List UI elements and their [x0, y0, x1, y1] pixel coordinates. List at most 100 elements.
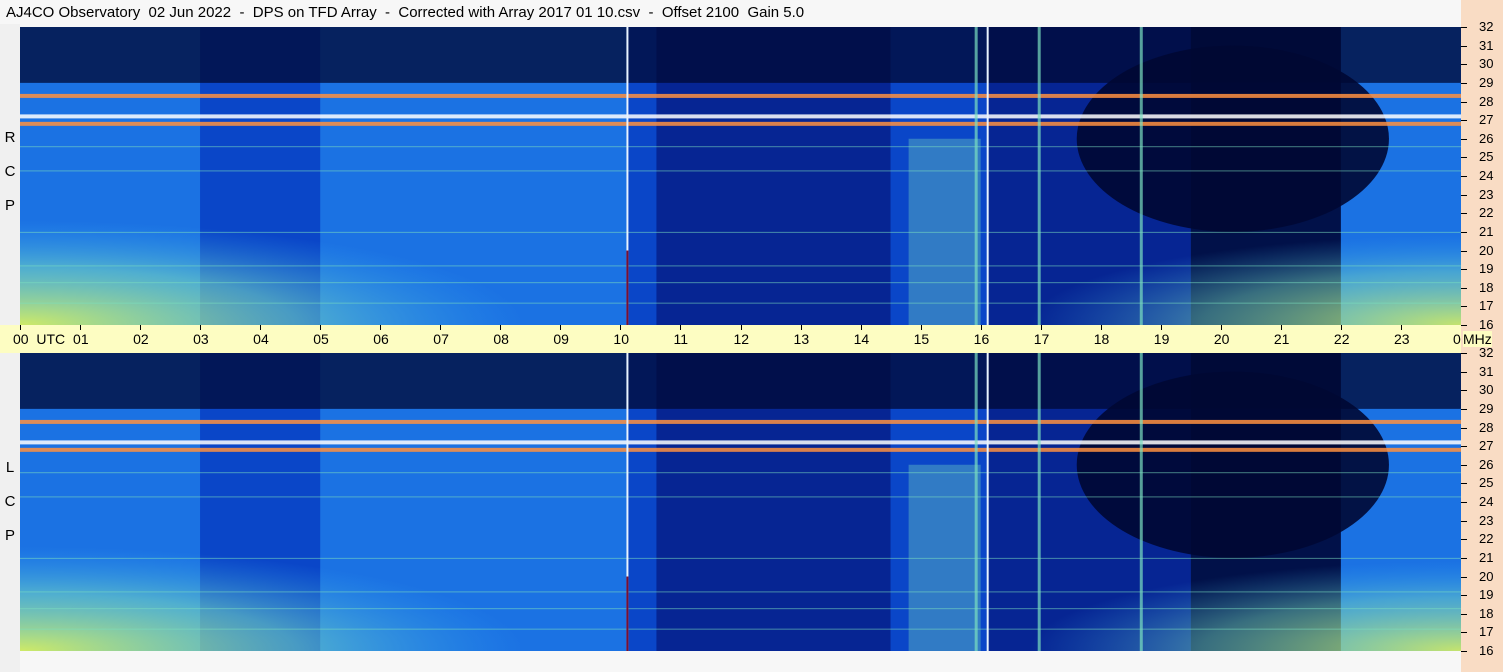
- pol-label-lcp-3: P: [4, 527, 15, 544]
- freq-tick-mark: [1461, 231, 1467, 233]
- freq-tick-mark: [1461, 269, 1467, 271]
- time-tick-mark: [1160, 325, 1162, 330]
- freq-tick-mark: [1461, 464, 1467, 466]
- freq-tick-label: 18: [1479, 279, 1494, 295]
- freq-tick-mark: [1461, 576, 1467, 578]
- vertical-streak-0: [974, 27, 978, 325]
- freq-tick-label: 30: [1479, 56, 1494, 72]
- spectrogram-panel-lcp: [20, 353, 1461, 651]
- freq-tick-mark: [1461, 45, 1467, 47]
- freq-tick-label: 26: [1479, 456, 1494, 472]
- time-tick-label: 06: [373, 331, 389, 347]
- faint-line-5: [20, 628, 1461, 630]
- time-tick-label: 08: [493, 331, 509, 347]
- time-tick-mark: [200, 325, 202, 330]
- time-tick-mark: [560, 325, 562, 330]
- time-tick-label: 14: [853, 331, 870, 347]
- freq-tick-label: 16: [1479, 317, 1494, 332]
- freq-tick-mark: [1461, 632, 1467, 634]
- vertical-line-dark-segment: [626, 250, 629, 325]
- time-tick-label: 17: [1033, 331, 1050, 347]
- warm-region-right: [20, 27, 1461, 325]
- time-axis: 00 UTC 01 02 03 04 05 06 07 08 09 10 11 12 13 14 15 16 17…: [0, 325, 1469, 353]
- freq-tick-label: 22: [1479, 205, 1494, 221]
- freq-tick-label: 31: [1479, 37, 1494, 53]
- freq-tick-mark: [1461, 120, 1467, 122]
- freq-tick-mark: [1461, 446, 1467, 448]
- time-tick-label: 01: [73, 331, 89, 347]
- freq-tick-label: 27: [1479, 112, 1494, 128]
- freq-tick-label: 18: [1479, 605, 1494, 621]
- freq-tick-mark: [1461, 194, 1467, 196]
- freq-tick-mark: [1461, 371, 1467, 373]
- warm-region-right: [20, 353, 1461, 651]
- faint-line-4: [20, 282, 1461, 284]
- freq-tick-label: 28: [1479, 419, 1494, 435]
- interference-band-0: [20, 93, 1461, 98]
- freq-tick-mark: [1461, 539, 1467, 541]
- freq-tick-mark: [1461, 613, 1467, 615]
- time-tick-mark: [320, 325, 322, 330]
- faint-line-1: [20, 496, 1461, 498]
- time-tick-mark: [1100, 325, 1102, 330]
- time-tick-mark: [980, 325, 982, 330]
- pol-label-rcp-1: R: [4, 129, 16, 146]
- freq-tick-mark: [1461, 483, 1467, 485]
- freq-tick-label: 17: [1479, 298, 1494, 314]
- time-tick-label: 10: [613, 331, 629, 347]
- freq-tick-label: 21: [1479, 549, 1494, 565]
- vertical-streak-1: [1037, 27, 1041, 325]
- time-tick-mark: [260, 325, 262, 330]
- vertical-streak-2: [1139, 27, 1143, 325]
- freq-tick-label: 19: [1479, 587, 1494, 603]
- time-tick-label: 23: [1393, 331, 1410, 347]
- freq-tick-label: 32: [1479, 345, 1494, 360]
- freq-tick-label: 20: [1479, 242, 1494, 258]
- freq-tick-mark: [1461, 213, 1467, 215]
- time-tick-label: 20: [1213, 331, 1230, 347]
- faint-line-3: [20, 265, 1461, 267]
- time-tick-mark: [860, 325, 862, 330]
- freq-tick-label: 32: [1479, 19, 1494, 34]
- pol-label-rcp-2: C: [4, 163, 16, 180]
- freq-tick-mark: [1461, 353, 1467, 354]
- freq-tick-mark: [1461, 138, 1467, 140]
- freq-tick-mark: [1461, 64, 1467, 66]
- freq-tick-label: 19: [1479, 261, 1494, 277]
- freq-tick-label: 26: [1479, 130, 1494, 146]
- freq-tick-mark: [1461, 325, 1467, 326]
- freq-tick-label: 29: [1479, 400, 1494, 416]
- spectrogram-lcp: [20, 353, 1461, 651]
- freq-tick-mark: [1461, 27, 1467, 28]
- faint-line-4: [20, 608, 1461, 610]
- freq-tick-mark: [1461, 101, 1467, 103]
- freq-tick-label: 16: [1479, 643, 1494, 658]
- freq-tick-mark: [1461, 557, 1467, 559]
- interference-band-2: [20, 447, 1461, 452]
- time-tick-label: 19: [1153, 331, 1170, 347]
- spectrogram-rcp: [20, 27, 1461, 325]
- time-tick-label: 03: [193, 331, 209, 347]
- freq-tick-label: 31: [1479, 363, 1494, 379]
- time-tick-mark: [800, 325, 802, 330]
- interference-band-0: [20, 419, 1461, 424]
- time-tick-label: 13: [793, 331, 810, 347]
- freq-tick-label: 25: [1479, 475, 1494, 491]
- time-tick-label: 11: [673, 331, 688, 347]
- freq-tick-label: 25: [1479, 149, 1494, 165]
- freq-tick-label: 24: [1479, 168, 1494, 183]
- freq-tick-label: 23: [1479, 186, 1494, 202]
- time-tick-mark: [440, 325, 442, 330]
- time-tick-label: 12: [733, 331, 750, 347]
- vertical-line-1: [986, 353, 989, 651]
- freq-tick-label: 27: [1479, 438, 1494, 454]
- time-tick-label: 15: [913, 331, 930, 347]
- freq-tick-mark: [1461, 176, 1467, 177]
- freq-tick-label: 22: [1479, 531, 1494, 547]
- freq-tick-mark: [1461, 250, 1467, 252]
- freq-tick-label: 29: [1479, 74, 1494, 90]
- freq-tick-mark: [1461, 520, 1467, 522]
- freq-tick-mark: [1461, 502, 1467, 503]
- freq-tick-mark: [1461, 306, 1467, 308]
- faint-line-5: [20, 302, 1461, 304]
